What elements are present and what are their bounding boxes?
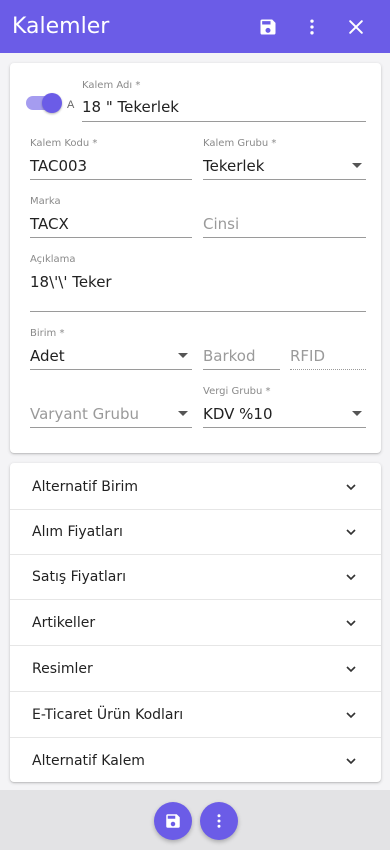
item-code-label: Kalem Kodu * — [30, 138, 98, 149]
app-bar: Kalemler — [0, 0, 390, 53]
item-name-value: 18 " Tekerlek — [82, 98, 179, 116]
item-name-label: Kalem Adı * — [82, 80, 141, 91]
brand-value: TACX — [30, 215, 69, 233]
item-group-value: Tekerlek — [203, 157, 265, 175]
rfid-field[interactable]: RFID — [290, 328, 366, 370]
sections-accordion: Alternatif Birim Alım Fiyatları Satış Fi… — [10, 463, 381, 782]
chevron-down-icon — [346, 484, 356, 491]
bottom-action-bar — [0, 790, 390, 850]
close-icon — [349, 19, 363, 34]
chevron-down-icon — [178, 353, 188, 358]
tax-group-value: KDV %10 — [203, 405, 273, 423]
page-title: Kalemler — [12, 14, 110, 39]
toggle-knob — [42, 93, 62, 113]
chevron-down-icon — [346, 529, 356, 536]
chevron-down-icon — [346, 620, 356, 627]
item-code-value: TAC003 — [30, 157, 88, 175]
save-button[interactable] — [246, 5, 290, 49]
bottom-save-button[interactable] — [154, 802, 192, 840]
item-group-select[interactable]: Kalem Grubu * Tekerlek — [203, 138, 366, 180]
type-field[interactable]: Cinsi — [203, 196, 366, 238]
bottom-more-button[interactable] — [200, 802, 238, 840]
description-value: 18\'\' Teker — [30, 273, 112, 291]
tax-group-select[interactable]: Vergi Grubu * KDV %10 — [203, 386, 366, 428]
barcode-placeholder: Barkod — [203, 347, 256, 365]
accordion-alternative-unit[interactable]: Alternatif Birim — [10, 465, 381, 510]
chevron-down-icon — [352, 411, 362, 416]
item-name-field[interactable]: Kalem Adı * 18 " Tekerlek — [82, 80, 366, 122]
unit-value: Adet — [30, 347, 65, 365]
barcode-field[interactable]: Barkod — [203, 328, 280, 370]
tax-group-label: Vergi Grubu * — [203, 386, 271, 397]
brand-label: Marka — [30, 196, 61, 207]
accordion-articles[interactable]: Artikeller — [10, 601, 381, 646]
more-vertical-icon — [217, 814, 221, 828]
close-button[interactable] — [334, 5, 378, 49]
more-vertical-icon — [310, 19, 314, 34]
item-code-field[interactable]: Kalem Kodu * TAC003 — [30, 138, 192, 180]
description-field[interactable]: Açıklama 18\'\' Teker — [30, 254, 366, 312]
active-toggle[interactable] — [26, 93, 62, 113]
accordion-images[interactable]: Resimler — [10, 647, 381, 692]
chevron-down-icon — [352, 163, 362, 168]
chevron-down-icon — [346, 574, 356, 581]
save-icon — [166, 814, 180, 828]
unit-select[interactable]: Birim * Adet — [30, 328, 192, 370]
more-options-button[interactable] — [290, 5, 334, 49]
brand-field[interactable]: Marka TACX — [30, 196, 192, 238]
chevron-down-icon — [346, 712, 356, 719]
chevron-down-icon — [346, 757, 356, 764]
save-icon — [260, 19, 276, 34]
chevron-down-icon — [178, 411, 188, 416]
rfid-placeholder: RFID — [290, 347, 326, 365]
accordion-ecommerce-codes[interactable]: E-Ticaret Ürün Kodları — [10, 693, 381, 738]
accordion-sales-prices[interactable]: Satış Fiyatları — [10, 555, 381, 600]
toggle-label: A — [67, 99, 75, 111]
item-group-label: Kalem Grubu * — [203, 138, 277, 149]
type-placeholder: Cinsi — [203, 215, 240, 233]
accordion-alternative-item[interactable]: Alternatif Kalem — [10, 738, 381, 783]
description-label: Açıklama — [30, 254, 76, 265]
variant-group-placeholder: Varyant Grubu — [30, 405, 140, 423]
chevron-down-icon — [346, 666, 356, 673]
unit-label: Birim * — [30, 328, 65, 339]
variant-group-select[interactable]: Varyant Grubu — [30, 386, 192, 428]
item-form-card: A Kalem Adı * 18 " Tekerlek Kalem Kodu *… — [10, 63, 381, 453]
accordion-purchase-prices[interactable]: Alım Fiyatları — [10, 510, 381, 555]
